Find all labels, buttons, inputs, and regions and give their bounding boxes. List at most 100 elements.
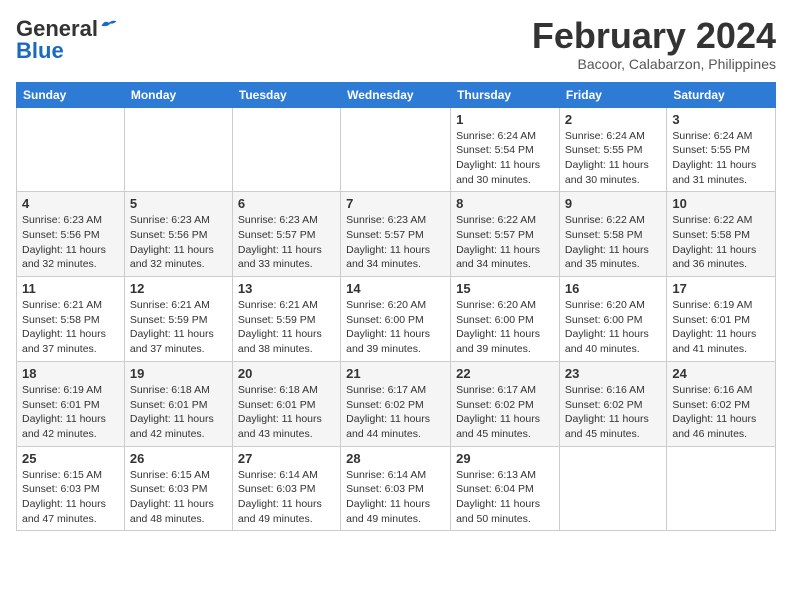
calendar-cell: 25 Sunrise: 6:15 AM Sunset: 6:03 PM Dayli… bbox=[17, 446, 125, 531]
day-info: Sunrise: 6:18 AM Sunset: 6:01 PM Dayligh… bbox=[130, 383, 227, 442]
calendar-cell: 23 Sunrise: 6:16 AM Sunset: 6:02 PM Dayli… bbox=[559, 361, 666, 446]
day-number: 23 bbox=[565, 366, 661, 381]
day-number: 17 bbox=[672, 281, 770, 296]
calendar-week-row: 18Sunrise: 6:19 AM Sunset: 6:01 PM Dayli… bbox=[17, 361, 776, 446]
day-info: Sunrise: 6:23 AM Sunset: 5:57 PM Dayligh… bbox=[238, 213, 335, 272]
calendar-cell: 11 Sunrise: 6:21 AM Sunset: 5:58 PM Dayli… bbox=[17, 277, 125, 362]
calendar-cell bbox=[17, 107, 125, 192]
calendar-week-row: 25 Sunrise: 6:15 AM Sunset: 6:03 PM Dayli… bbox=[17, 446, 776, 531]
day-number: 19 bbox=[130, 366, 227, 381]
calendar-cell: 19 Sunrise: 6:18 AM Sunset: 6:01 PM Dayli… bbox=[124, 361, 232, 446]
day-number: 13 bbox=[238, 281, 335, 296]
day-info: Sunrise: 6:23 AM Sunset: 5:57 PM Dayligh… bbox=[346, 213, 445, 272]
day-number: 15 bbox=[456, 281, 554, 296]
calendar-cell bbox=[559, 446, 666, 531]
day-number: 10 bbox=[672, 196, 770, 211]
calendar-table: SundayMondayTuesdayWednesdayThursdayFrid… bbox=[16, 82, 776, 532]
day-of-week-header: Friday bbox=[559, 82, 666, 107]
day-info: Sunrise: 6:14 AM Sunset: 6:03 PM Dayligh… bbox=[346, 468, 445, 527]
calendar-cell: 20 Sunrise: 6:18 AM Sunset: 6:01 PM Dayli… bbox=[232, 361, 340, 446]
day-number: 25 bbox=[22, 451, 119, 466]
day-info: Sunrise: 6:20 AM Sunset: 6:00 PM Dayligh… bbox=[565, 298, 661, 357]
day-info: Sunrise: 6:15 AM Sunset: 6:03 PM Dayligh… bbox=[22, 468, 119, 527]
day-info: Sunrise: 6:23 AM Sunset: 5:56 PM Dayligh… bbox=[130, 213, 227, 272]
day-info: Sunrise: 6:22 AM Sunset: 5:57 PM Dayligh… bbox=[456, 213, 554, 272]
day-info: Sunrise: 6:19 AM Sunset: 6:01 PM Dayligh… bbox=[672, 298, 770, 357]
day-number: 28 bbox=[346, 451, 445, 466]
logo-blue: Blue bbox=[16, 38, 64, 64]
day-info: Sunrise: 6:15 AM Sunset: 6:03 PM Dayligh… bbox=[130, 468, 227, 527]
logo: General Blue bbox=[16, 16, 118, 64]
calendar-cell: 12 Sunrise: 6:21 AM Sunset: 5:59 PM Dayli… bbox=[124, 277, 232, 362]
day-info: Sunrise: 6:13 AM Sunset: 6:04 PM Dayligh… bbox=[456, 468, 554, 527]
calendar-body: 1Sunrise: 6:24 AM Sunset: 5:54 PM Daylig… bbox=[17, 107, 776, 531]
calendar-cell: 6 Sunrise: 6:23 AM Sunset: 5:57 PM Daylig… bbox=[232, 192, 340, 277]
day-info: Sunrise: 6:24 AM Sunset: 5:55 PM Dayligh… bbox=[672, 129, 770, 188]
calendar-header-row: SundayMondayTuesdayWednesdayThursdayFrid… bbox=[17, 82, 776, 107]
day-of-week-header: Saturday bbox=[667, 82, 776, 107]
day-number: 6 bbox=[238, 196, 335, 211]
calendar-cell: 8 Sunrise: 6:22 AM Sunset: 5:57 PM Daylig… bbox=[451, 192, 560, 277]
calendar-cell: 16 Sunrise: 6:20 AM Sunset: 6:00 PM Dayli… bbox=[559, 277, 666, 362]
calendar-cell bbox=[232, 107, 340, 192]
day-of-week-header: Sunday bbox=[17, 82, 125, 107]
location-subtitle: Bacoor, Calabarzon, Philippines bbox=[532, 56, 776, 72]
day-info: Sunrise: 6:23 AM Sunset: 5:56 PM Dayligh… bbox=[22, 213, 119, 272]
calendar-cell: 2 Sunrise: 6:24 AM Sunset: 5:55 PM Daylig… bbox=[559, 107, 666, 192]
day-info: Sunrise: 6:18 AM Sunset: 6:01 PM Dayligh… bbox=[238, 383, 335, 442]
day-of-week-header: Thursday bbox=[451, 82, 560, 107]
day-number: 29 bbox=[456, 451, 554, 466]
calendar-cell: 26 Sunrise: 6:15 AM Sunset: 6:03 PM Dayli… bbox=[124, 446, 232, 531]
day-number: 9 bbox=[565, 196, 661, 211]
calendar-cell: 1Sunrise: 6:24 AM Sunset: 5:54 PM Daylig… bbox=[451, 107, 560, 192]
day-info: Sunrise: 6:17 AM Sunset: 6:02 PM Dayligh… bbox=[456, 383, 554, 442]
calendar-cell: 29 Sunrise: 6:13 AM Sunset: 6:04 PM Dayli… bbox=[451, 446, 560, 531]
day-info: Sunrise: 6:21 AM Sunset: 5:58 PM Dayligh… bbox=[22, 298, 119, 357]
day-of-week-header: Tuesday bbox=[232, 82, 340, 107]
day-of-week-header: Wednesday bbox=[341, 82, 451, 107]
calendar-cell: 15 Sunrise: 6:20 AM Sunset: 6:00 PM Dayli… bbox=[451, 277, 560, 362]
day-number: 12 bbox=[130, 281, 227, 296]
calendar-cell: 3 Sunrise: 6:24 AM Sunset: 5:55 PM Daylig… bbox=[667, 107, 776, 192]
calendar-cell: 22 Sunrise: 6:17 AM Sunset: 6:02 PM Dayli… bbox=[451, 361, 560, 446]
day-number: 3 bbox=[672, 112, 770, 127]
calendar-cell: 4 Sunrise: 6:23 AM Sunset: 5:56 PM Daylig… bbox=[17, 192, 125, 277]
day-info: Sunrise: 6:22 AM Sunset: 5:58 PM Dayligh… bbox=[672, 213, 770, 272]
day-number: 26 bbox=[130, 451, 227, 466]
day-of-week-header: Monday bbox=[124, 82, 232, 107]
day-number: 8 bbox=[456, 196, 554, 211]
day-info: Sunrise: 6:16 AM Sunset: 6:02 PM Dayligh… bbox=[672, 383, 770, 442]
calendar-cell: 21 Sunrise: 6:17 AM Sunset: 6:02 PM Dayli… bbox=[341, 361, 451, 446]
calendar-cell: 27 Sunrise: 6:14 AM Sunset: 6:03 PM Dayli… bbox=[232, 446, 340, 531]
calendar-cell: 9Sunrise: 6:22 AM Sunset: 5:58 PM Daylig… bbox=[559, 192, 666, 277]
day-info: Sunrise: 6:21 AM Sunset: 5:59 PM Dayligh… bbox=[238, 298, 335, 357]
day-number: 20 bbox=[238, 366, 335, 381]
day-number: 27 bbox=[238, 451, 335, 466]
calendar-cell: 28 Sunrise: 6:14 AM Sunset: 6:03 PM Dayli… bbox=[341, 446, 451, 531]
day-number: 16 bbox=[565, 281, 661, 296]
day-info: Sunrise: 6:24 AM Sunset: 5:54 PM Dayligh… bbox=[456, 129, 554, 188]
calendar-cell: 7Sunrise: 6:23 AM Sunset: 5:57 PM Daylig… bbox=[341, 192, 451, 277]
day-info: Sunrise: 6:17 AM Sunset: 6:02 PM Dayligh… bbox=[346, 383, 445, 442]
page-header: General Blue February 2024 Bacoor, Calab… bbox=[16, 16, 776, 72]
day-info: Sunrise: 6:16 AM Sunset: 6:02 PM Dayligh… bbox=[565, 383, 661, 442]
day-info: Sunrise: 6:20 AM Sunset: 6:00 PM Dayligh… bbox=[456, 298, 554, 357]
calendar-week-row: 4 Sunrise: 6:23 AM Sunset: 5:56 PM Daylig… bbox=[17, 192, 776, 277]
calendar-cell bbox=[341, 107, 451, 192]
day-info: Sunrise: 6:21 AM Sunset: 5:59 PM Dayligh… bbox=[130, 298, 227, 357]
day-number: 21 bbox=[346, 366, 445, 381]
day-number: 18 bbox=[22, 366, 119, 381]
title-area: February 2024 Bacoor, Calabarzon, Philip… bbox=[532, 16, 776, 72]
month-title: February 2024 bbox=[532, 16, 776, 56]
day-info: Sunrise: 6:24 AM Sunset: 5:55 PM Dayligh… bbox=[565, 129, 661, 188]
day-number: 24 bbox=[672, 366, 770, 381]
day-number: 22 bbox=[456, 366, 554, 381]
day-number: 11 bbox=[22, 281, 119, 296]
day-info: Sunrise: 6:14 AM Sunset: 6:03 PM Dayligh… bbox=[238, 468, 335, 527]
calendar-cell bbox=[667, 446, 776, 531]
calendar-cell: 24 Sunrise: 6:16 AM Sunset: 6:02 PM Dayli… bbox=[667, 361, 776, 446]
day-number: 4 bbox=[22, 196, 119, 211]
calendar-cell bbox=[124, 107, 232, 192]
day-number: 2 bbox=[565, 112, 661, 127]
calendar-cell: 17 Sunrise: 6:19 AM Sunset: 6:01 PM Dayli… bbox=[667, 277, 776, 362]
